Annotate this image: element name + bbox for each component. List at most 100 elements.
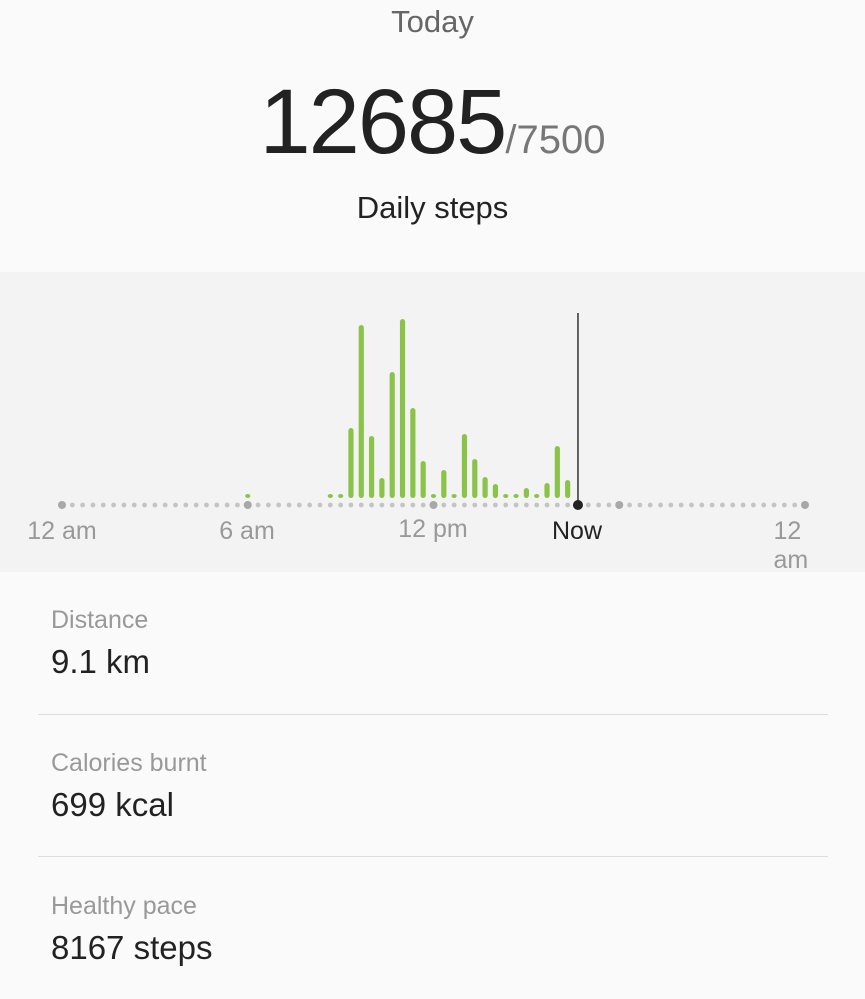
axis-dot bbox=[307, 502, 313, 508]
axis-dot bbox=[627, 502, 632, 508]
axis-dot bbox=[369, 502, 374, 508]
axis-dot bbox=[358, 502, 364, 508]
axis-dot bbox=[513, 502, 519, 508]
period-title: Today bbox=[391, 4, 474, 39]
axis-dot bbox=[214, 502, 220, 508]
axis-dot bbox=[730, 502, 736, 508]
step-bar bbox=[565, 479, 571, 498]
steps-chart[interactable]: 12 am 6 am 12 pm Now 12 am bbox=[0, 272, 865, 574]
axis-dot bbox=[111, 502, 116, 508]
steps-value: 12685 bbox=[259, 71, 508, 173]
axis-dot bbox=[740, 502, 746, 508]
axis-dot bbox=[699, 502, 705, 508]
axis-dot bbox=[709, 502, 715, 508]
step-bar bbox=[554, 446, 560, 498]
stat-title: Healthy pace bbox=[51, 892, 197, 920]
steps-label: Daily steps bbox=[356, 190, 509, 225]
axis-dot bbox=[183, 502, 189, 508]
axis-dot bbox=[771, 502, 777, 508]
axis-dot bbox=[482, 502, 488, 508]
axis-dot bbox=[410, 502, 416, 508]
axis-dot bbox=[235, 502, 240, 508]
axis-dot bbox=[389, 502, 395, 508]
axis-dot bbox=[720, 502, 725, 508]
axis-dot bbox=[761, 502, 767, 508]
now-marker bbox=[572, 500, 583, 510]
step-bar bbox=[492, 484, 499, 498]
step-bar bbox=[461, 434, 468, 498]
step-bar bbox=[441, 469, 447, 498]
step-bar bbox=[389, 371, 395, 498]
axis-dot bbox=[162, 502, 168, 508]
axis-dot bbox=[534, 502, 540, 508]
step-bar bbox=[410, 408, 416, 498]
axis-dot bbox=[131, 502, 137, 508]
step-bar bbox=[245, 494, 251, 498]
axis-major-dot bbox=[615, 501, 624, 509]
axis-dot bbox=[554, 502, 560, 508]
steps-goal: /7500 bbox=[505, 118, 606, 162]
step-bar bbox=[523, 488, 529, 498]
axis-dot bbox=[317, 502, 323, 508]
stat-distance: Distance 9.1 km bbox=[51, 606, 150, 681]
stat-calories: Calories burnt 699 kcal bbox=[51, 749, 207, 824]
axis-dot bbox=[565, 502, 571, 508]
axis-dot bbox=[204, 502, 209, 508]
axis-dot bbox=[503, 502, 509, 508]
axis-major-dot bbox=[429, 501, 438, 509]
step-bar bbox=[379, 478, 385, 498]
step-bar bbox=[513, 494, 519, 498]
axis-dot bbox=[451, 502, 457, 508]
axis-dot bbox=[90, 502, 96, 508]
divider bbox=[38, 856, 828, 857]
step-count: 12685/7500 bbox=[0, 70, 865, 175]
axis-dot bbox=[80, 502, 86, 508]
stat-value: 699 kcal bbox=[51, 786, 174, 823]
axis-dot bbox=[781, 502, 787, 508]
axis-dot bbox=[265, 502, 271, 508]
axis-dot bbox=[224, 502, 230, 508]
axis-dot bbox=[69, 502, 75, 508]
step-bar bbox=[534, 494, 540, 498]
axis-dot bbox=[152, 502, 158, 508]
axis-dot bbox=[678, 502, 684, 508]
step-bar bbox=[472, 458, 478, 498]
axis-dot bbox=[255, 502, 261, 508]
axis-dot bbox=[173, 502, 178, 508]
axis-dot bbox=[420, 502, 426, 508]
axis-dot bbox=[348, 502, 354, 508]
axis-dot bbox=[296, 502, 302, 508]
axis-major-dot bbox=[801, 501, 809, 509]
axis-dot bbox=[400, 502, 405, 508]
step-bar bbox=[544, 482, 550, 498]
axis-dot bbox=[596, 502, 602, 508]
stat-title: Calories burnt bbox=[51, 749, 207, 777]
axis-dot bbox=[142, 502, 147, 508]
tick-label: 12 am bbox=[27, 517, 97, 545]
step-bar bbox=[348, 428, 354, 498]
axis-dot bbox=[606, 502, 612, 508]
axis-dot bbox=[338, 502, 344, 508]
axis-dot bbox=[637, 502, 643, 508]
tick-label-now: Now bbox=[551, 517, 603, 545]
step-bar bbox=[503, 494, 509, 498]
step-bar bbox=[420, 460, 426, 498]
divider bbox=[38, 714, 828, 715]
step-bar bbox=[338, 494, 344, 498]
axis-major-dot bbox=[58, 501, 66, 509]
step-bar bbox=[430, 494, 437, 498]
stat-title: Distance bbox=[51, 606, 149, 634]
axis-dot bbox=[286, 502, 292, 508]
step-bar bbox=[368, 436, 375, 498]
axis-dot bbox=[523, 502, 529, 508]
axis-major-dot bbox=[243, 501, 252, 509]
step-bar bbox=[358, 324, 364, 498]
step-bar bbox=[451, 494, 457, 498]
axis-dot bbox=[100, 502, 106, 508]
tick-label: 12 am bbox=[773, 517, 809, 574]
axis-dot bbox=[585, 502, 591, 508]
axis-dot bbox=[668, 502, 674, 508]
axis-dot bbox=[462, 502, 467, 508]
stat-healthy-pace: Healthy pace 8167 steps bbox=[51, 892, 212, 967]
axis-dot bbox=[658, 502, 663, 508]
